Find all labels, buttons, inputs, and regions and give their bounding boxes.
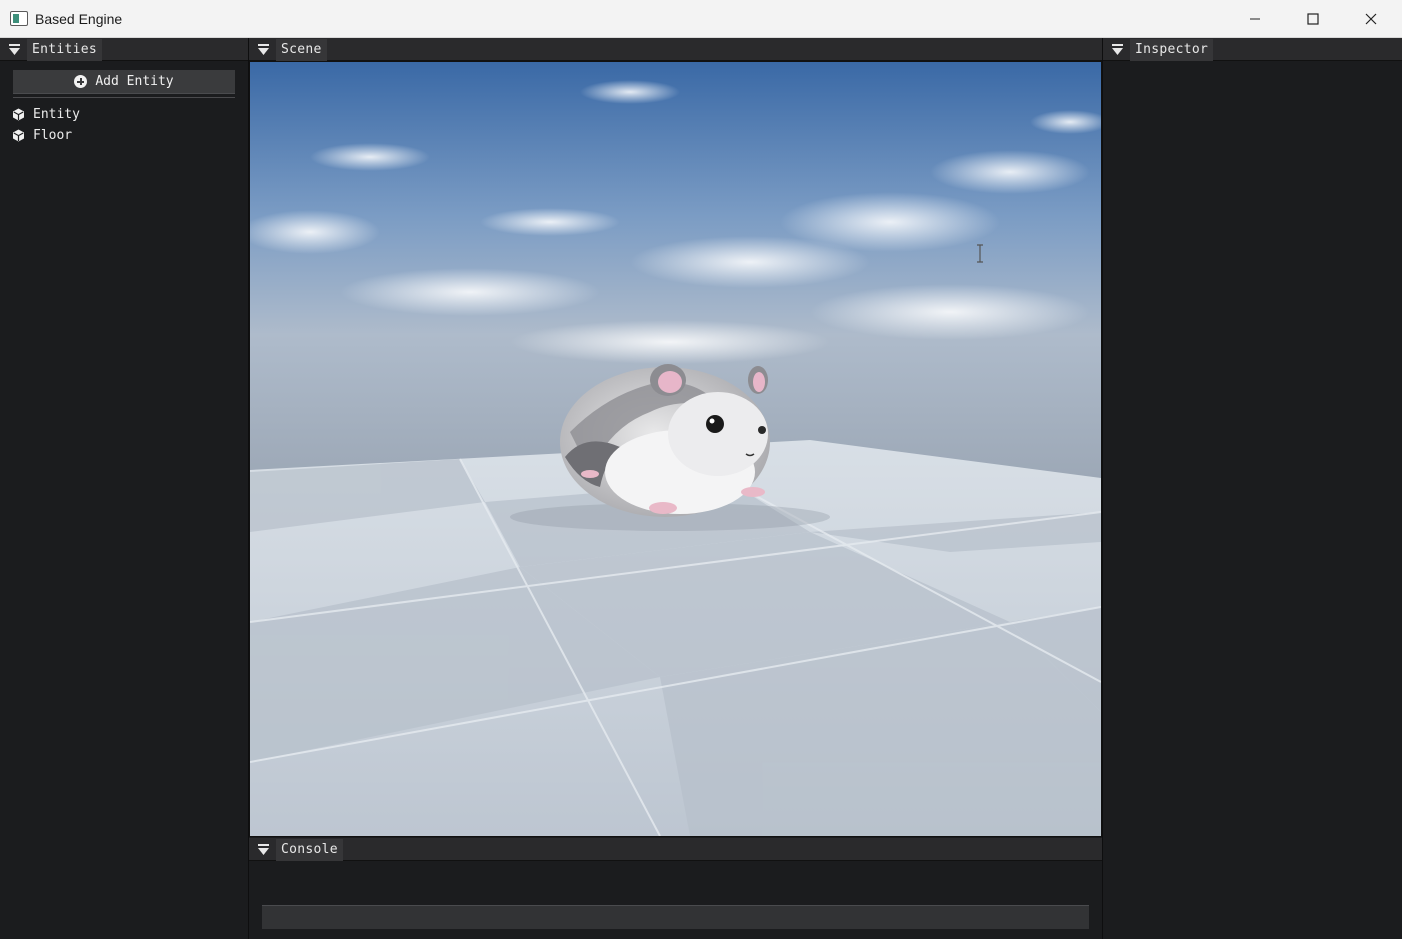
inspector-panel-header: Inspector xyxy=(1103,38,1402,61)
title-bar: Based Engine xyxy=(0,0,1402,38)
entities-panel: Entities Add Entity Entity Floor xyxy=(0,38,249,939)
collapse-triangle-icon[interactable] xyxy=(9,44,20,55)
console-panel: Console xyxy=(249,838,1102,939)
maximize-icon xyxy=(1307,13,1319,25)
close-button[interactable] xyxy=(1342,0,1400,38)
entity-label: Floor xyxy=(33,128,73,143)
collapse-triangle-icon[interactable] xyxy=(258,44,269,55)
window-title: Based Engine xyxy=(35,11,123,27)
console-input[interactable] xyxy=(262,905,1089,929)
tab-inspector[interactable]: Inspector xyxy=(1130,39,1214,61)
collapse-triangle-icon[interactable] xyxy=(1112,44,1123,55)
close-icon xyxy=(1365,13,1377,25)
tab-scene[interactable]: Scene xyxy=(276,39,327,61)
add-entity-label: Add Entity xyxy=(95,74,174,89)
tab-entities[interactable]: Entities xyxy=(27,39,103,61)
cube-icon xyxy=(13,108,24,121)
inspector-panel: Inspector xyxy=(1102,38,1402,939)
list-item-entity[interactable]: Entity xyxy=(12,104,80,125)
minimize-icon xyxy=(1250,18,1260,20)
console-panel-header: Console xyxy=(249,838,1102,861)
cube-icon xyxy=(13,129,24,142)
collapse-triangle-icon[interactable] xyxy=(258,844,269,855)
app-icon xyxy=(10,11,28,26)
list-item-floor[interactable]: Floor xyxy=(12,125,80,146)
entity-label: Entity xyxy=(33,107,80,122)
add-entity-button[interactable]: Add Entity xyxy=(13,70,235,94)
entity-list: Entity Floor xyxy=(12,104,80,146)
entities-panel-header: Entities xyxy=(0,38,248,61)
plus-circle-icon xyxy=(74,75,88,88)
divider xyxy=(13,97,235,98)
tab-console[interactable]: Console xyxy=(276,839,343,861)
minimize-button[interactable] xyxy=(1226,0,1284,38)
maximize-button[interactable] xyxy=(1284,0,1342,38)
scene-panel: Scene xyxy=(249,38,1102,837)
scene-panel-header: Scene xyxy=(249,38,1102,61)
scene-render xyxy=(250,62,1101,836)
scene-viewport[interactable] xyxy=(250,62,1101,836)
